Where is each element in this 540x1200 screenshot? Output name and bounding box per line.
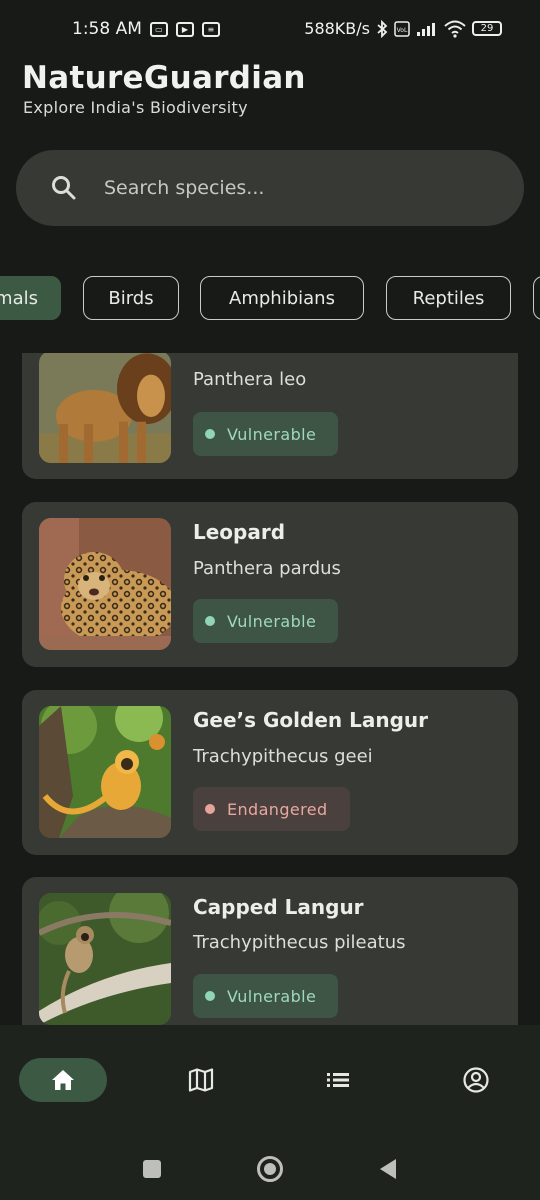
species-image-lion	[39, 353, 171, 463]
status-badge: Endangered	[193, 787, 350, 831]
chip-birds[interactable]: Birds	[83, 276, 179, 320]
status-dot-icon	[205, 616, 215, 626]
list-icon	[327, 1073, 349, 1087]
status-right: 588KB/s VoL 29	[304, 19, 502, 38]
chip-reptiles[interactable]: Reptiles	[386, 276, 511, 320]
status-badge: Vulnerable	[193, 974, 339, 1018]
bottom-navigation	[0, 1025, 540, 1135]
back-button[interactable]	[374, 1155, 402, 1183]
species-scientific-name: Panthera leo	[193, 369, 307, 390]
chip-amphibians[interactable]: Amphibians	[200, 276, 364, 320]
back-triangle-icon	[380, 1159, 396, 1179]
status-label: Vulnerable	[227, 986, 317, 1006]
status-dot-icon	[205, 804, 215, 814]
status-dot-icon	[205, 991, 215, 1001]
species-image-leopard	[39, 518, 171, 650]
status-left: 1:58 AM ▭ ▶ ≡	[72, 19, 220, 39]
network-speed: 588KB/s	[304, 19, 370, 38]
status-badge: Vulnerable	[193, 599, 339, 643]
status-label: Endangered	[227, 799, 328, 819]
system-navigation	[0, 1135, 540, 1200]
recents-button[interactable]	[138, 1155, 166, 1183]
status-dot-icon	[205, 429, 215, 439]
species-scientific-name: Panthera pardus	[193, 558, 341, 579]
species-name: Capped Langur	[193, 895, 364, 919]
nav-map[interactable]	[157, 1058, 245, 1102]
home-system-button[interactable]	[256, 1155, 284, 1183]
status-label: Vulnerable	[227, 424, 317, 444]
species-name: Gee’s Golden Langur	[193, 708, 428, 732]
species-name: Leopard	[193, 520, 286, 544]
svg-text:VoL: VoL	[397, 27, 408, 34]
search-icon	[52, 176, 76, 200]
species-scientific-name: Trachypithecus geei	[193, 746, 373, 767]
app-title: NatureGuardian	[22, 60, 306, 96]
app-screen: 1:58 AM ▭ ▶ ≡ 588KB/s VoL 29 NatureGuard…	[0, 0, 540, 1200]
circle-icon	[257, 1156, 283, 1182]
status-badge: Vulnerable	[193, 412, 339, 456]
golden-langur-photo	[39, 706, 171, 838]
volte-icon: VoL	[394, 20, 410, 37]
profile-icon	[463, 1067, 489, 1093]
nav-home[interactable]	[19, 1058, 107, 1102]
lion-photo	[39, 353, 171, 463]
species-list: Panthera leo Vulnerable Leopard Panthera…	[0, 353, 540, 1025]
map-icon	[188, 1068, 214, 1092]
species-card-golden-langur[interactable]: Gee’s Golden Langur Trachypithecus geei …	[22, 690, 518, 855]
species-image-capped-langur	[39, 893, 171, 1025]
search-bar[interactable]	[16, 150, 524, 226]
nav-profile[interactable]	[432, 1058, 520, 1102]
species-card-capped-langur[interactable]: Capped Langur Trachypithecus pileatus Vu…	[22, 877, 518, 1025]
capped-langur-photo	[39, 893, 171, 1025]
status-label: Vulnerable	[227, 611, 317, 631]
wifi-icon	[444, 20, 466, 38]
leopard-photo	[39, 518, 171, 650]
species-card-leopard[interactable]: Leopard Panthera pardus Vulnerable	[22, 502, 518, 667]
id-notification-icon: ≡	[201, 21, 220, 37]
chip-animals[interactable]: mals	[0, 276, 61, 320]
search-input[interactable]	[104, 168, 484, 208]
square-icon	[143, 1160, 161, 1178]
bluetooth-icon	[377, 19, 388, 38]
species-scientific-name: Trachypithecus pileatus	[193, 932, 406, 953]
app-subtitle: Explore India's Biodiversity	[23, 98, 248, 117]
species-card-lion[interactable]: Panthera leo Vulnerable	[22, 353, 518, 479]
nav-list[interactable]	[294, 1058, 382, 1102]
category-chips: mals Birds Amphibians Reptiles	[0, 276, 540, 322]
home-icon	[52, 1070, 74, 1090]
video-notification-icon: ▶	[175, 21, 194, 37]
battery-icon: 29	[472, 21, 502, 36]
chip-next[interactable]	[533, 276, 540, 320]
chat-notification-icon: ▭	[149, 21, 168, 37]
species-image-golden-langur	[39, 706, 171, 838]
status-time: 1:58 AM	[72, 19, 142, 39]
signal-icon	[417, 22, 435, 36]
status-bar: 1:58 AM ▭ ▶ ≡ 588KB/s VoL 29	[0, 0, 540, 60]
